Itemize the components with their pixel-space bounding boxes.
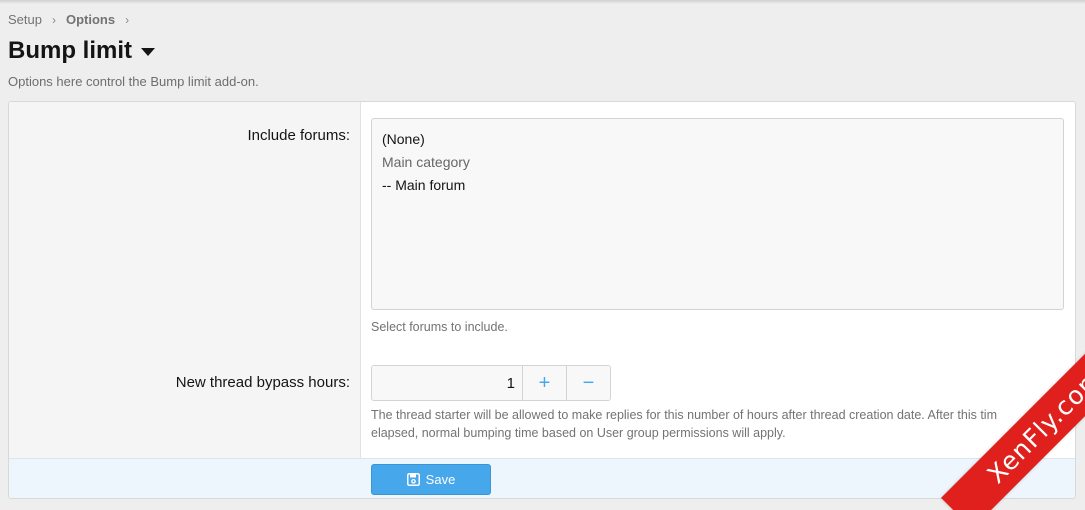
include-forums-hint: Select forums to include. xyxy=(371,320,508,334)
options-panel: Include forums: New thread bypass hours:… xyxy=(8,101,1076,499)
bypass-hours-label: New thread bypass hours: xyxy=(175,374,350,391)
label-column: Include forums: New thread bypass hours: xyxy=(9,102,361,458)
forum-option-none[interactable]: (None) xyxy=(382,128,1053,151)
chevron-right-icon: › xyxy=(125,12,130,27)
page-title-text: Bump limit xyxy=(8,37,132,64)
forum-option-main-forum[interactable]: -- Main forum xyxy=(382,174,1053,197)
forum-group-main-category: Main category xyxy=(382,154,470,170)
save-button-label: Save xyxy=(425,472,456,487)
minus-icon[interactable]: − xyxy=(566,366,610,400)
page-description: Options here control the Bump limit add-… xyxy=(8,74,259,89)
bypass-hours-hint-line1: The thread starter will be allowed to ma… xyxy=(371,408,997,422)
page-title[interactable]: Bump limit xyxy=(8,37,155,65)
top-shadow xyxy=(0,0,1085,4)
caret-down-icon[interactable] xyxy=(141,48,155,56)
bypass-hours-input[interactable] xyxy=(372,366,522,400)
bypass-hours-hint-line2: elapsed, normal bumping time based on Us… xyxy=(371,426,786,440)
include-forums-label: Include forums: xyxy=(247,127,350,144)
save-button[interactable]: Save xyxy=(371,464,491,495)
floppy-disk-icon xyxy=(406,473,420,486)
include-forums-select[interactable]: (None) Main category -- Main forum xyxy=(371,118,1064,310)
form-footer: Save xyxy=(9,458,1075,498)
breadcrumb-setup[interactable]: Setup xyxy=(8,12,42,27)
breadcrumb: Setup › Options › xyxy=(8,12,139,27)
chevron-right-icon: › xyxy=(51,12,56,27)
bypass-hours-hint: The thread starter will be allowed to ma… xyxy=(371,406,1061,442)
plus-icon[interactable]: + xyxy=(522,366,566,400)
bypass-hours-stepper: + − xyxy=(371,365,611,401)
breadcrumb-options[interactable]: Options xyxy=(66,12,115,27)
